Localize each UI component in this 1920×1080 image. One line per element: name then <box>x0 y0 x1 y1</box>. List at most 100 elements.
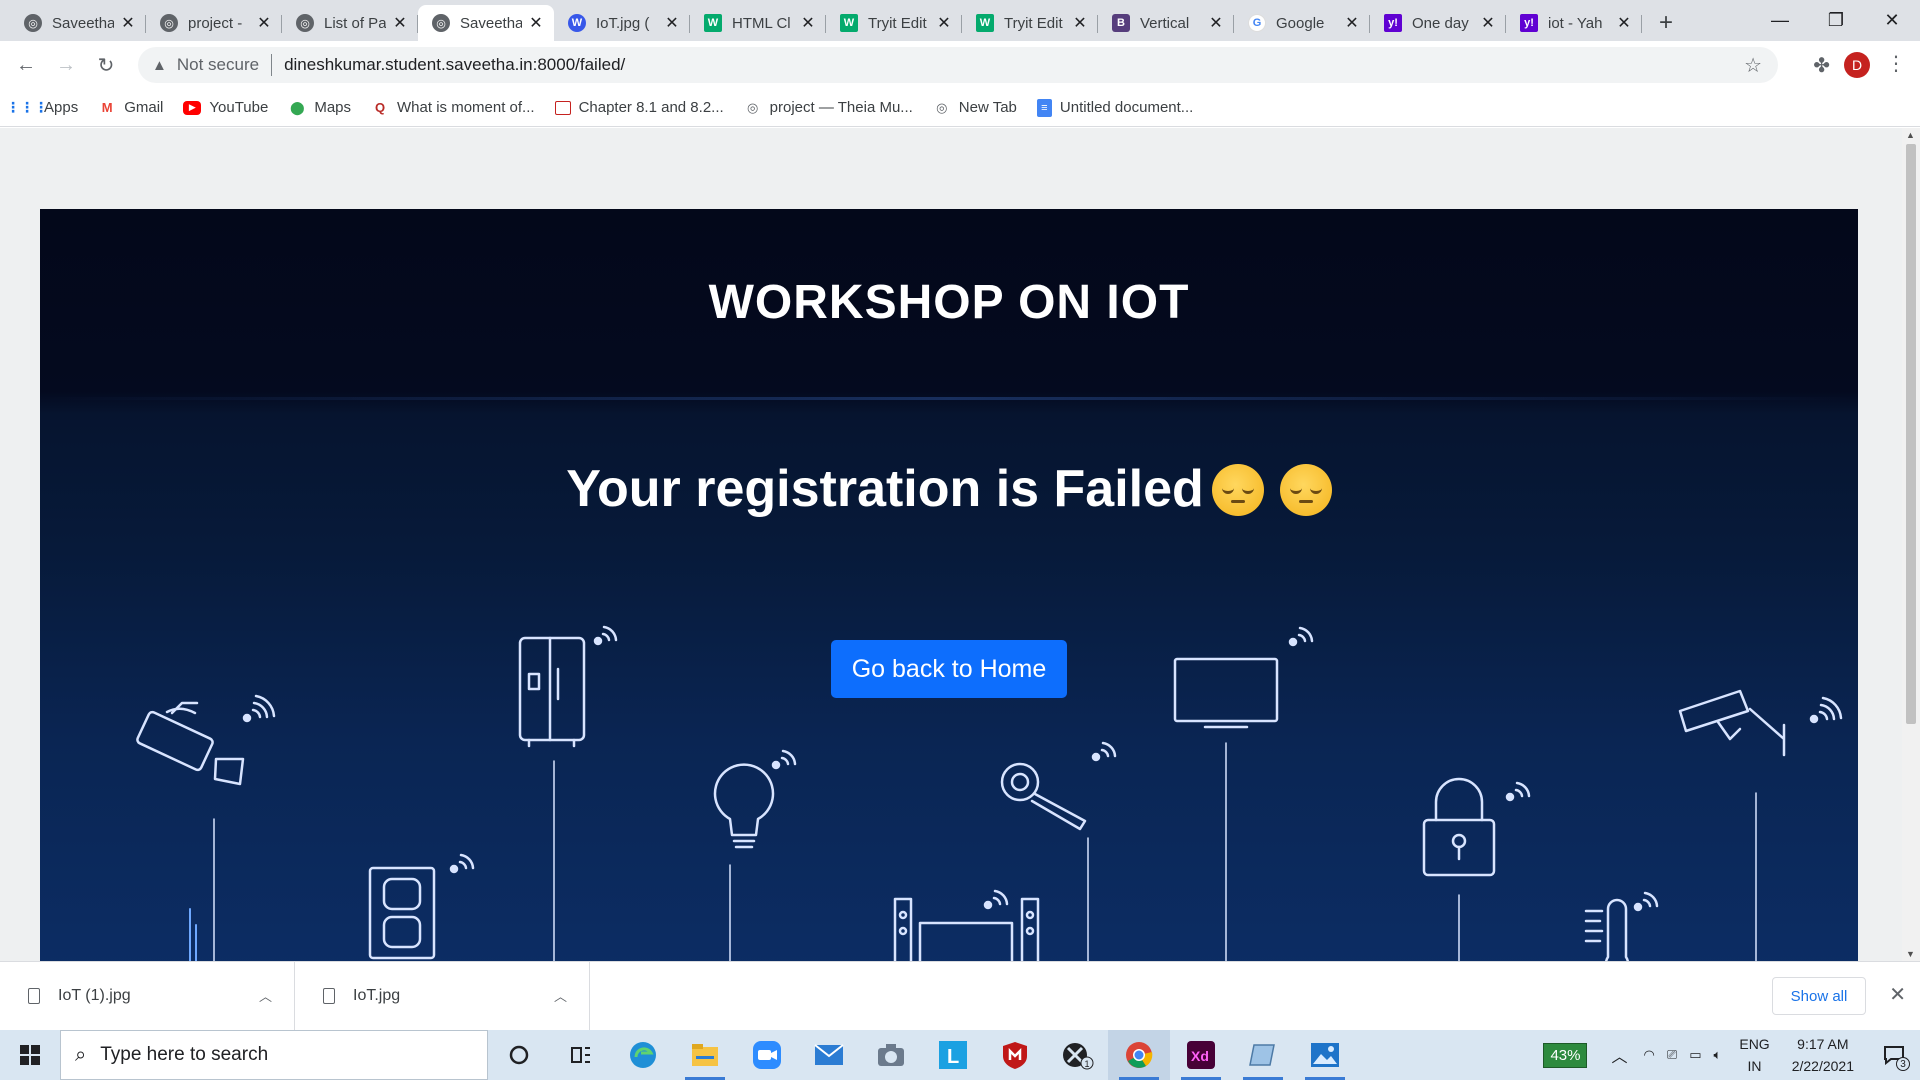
bookmark-star-icon[interactable]: ☆ <box>1744 53 1762 78</box>
camera-icon[interactable] <box>860 1030 922 1080</box>
cortana-icon[interactable] <box>488 1030 550 1080</box>
bookmark-gmail[interactable]: M Gmail <box>98 99 164 117</box>
browser-tab[interactable]: y! iot - Yah ✕ <box>1506 5 1642 41</box>
youtube-icon: ▶ <box>183 100 202 115</box>
toolbar: ← → ↻ ▲ Not secure dineshkumar.student.s… <box>0 41 1920 89</box>
close-tab-icon[interactable]: ✕ <box>1208 13 1224 33</box>
task-view-icon[interactable] <box>550 1030 612 1080</box>
extensions-puzzle-icon[interactable]: ✤ <box>1813 53 1830 78</box>
browser-tab[interactable]: W Tryit Edit ✕ <box>826 5 962 41</box>
browser-tab[interactable]: W Tryit Edit ✕ <box>962 5 1098 41</box>
notifications-icon[interactable]: 3 <box>1868 1030 1920 1080</box>
bookmark-newtab[interactable]: ◎ New Tab <box>933 99 1017 117</box>
close-tab-icon[interactable]: ✕ <box>664 13 680 33</box>
photos-icon[interactable] <box>1294 1030 1356 1080</box>
close-window-icon[interactable]: ✕ <box>1864 0 1920 41</box>
zoom-icon[interactable] <box>736 1030 798 1080</box>
browser-tab[interactable]: ◎ project - ✕ <box>146 5 282 41</box>
browser-tab[interactable]: G Google ✕ <box>1234 5 1370 41</box>
bookmark-docs[interactable]: ≡ Untitled document... <box>1036 98 1193 117</box>
download-item[interactable]: IoT.jpg ︿ <box>295 961 590 1031</box>
tab-title: Vertical <box>1140 14 1190 32</box>
window-controls: — ❐ ✕ <box>1752 0 1920 41</box>
close-tab-icon[interactable]: ✕ <box>120 13 136 33</box>
mail-icon[interactable] <box>798 1030 860 1080</box>
reload-icon[interactable]: ↻ <box>86 45 126 85</box>
bookmark-maps[interactable]: ⬤ Maps <box>288 99 351 117</box>
restore-icon[interactable]: ❐ <box>1808 0 1864 41</box>
browser-tab[interactable]: W IoT.jpg (✕ <box>554 5 690 41</box>
warning-triangle-icon[interactable]: ▲ <box>152 57 167 74</box>
globe-icon: ◎ <box>432 14 450 32</box>
close-tab-icon[interactable]: ✕ <box>936 13 952 33</box>
notepad-icon[interactable] <box>1232 1030 1294 1080</box>
bookmark-youtube[interactable]: ▶ YouTube <box>183 99 268 116</box>
page-scrollbar[interactable]: ▲ ▼ <box>1902 128 1920 961</box>
close-tab-icon[interactable]: ✕ <box>1344 13 1360 33</box>
language-indicator[interactable]: ENG IN <box>1739 1033 1769 1077</box>
chrome-icon[interactable] <box>1108 1030 1170 1080</box>
new-tab-button[interactable]: + <box>1646 5 1686 41</box>
globe-icon: ◎ <box>747 99 759 115</box>
address-bar[interactable]: ▲ Not secure dineshkumar.student.saveeth… <box>138 47 1778 83</box>
language-code: ENG <box>1739 1036 1770 1052</box>
scroll-down-icon[interactable]: ▼ <box>1906 949 1915 959</box>
browser-tab-active[interactable]: ◎ Saveetha ✕ <box>418 5 554 41</box>
chevron-up-icon[interactable]: ︿ <box>554 986 567 1005</box>
forward-arrow-icon[interactable]: → <box>46 45 86 85</box>
bookmark-quora[interactable]: Q What is moment of... <box>371 99 535 117</box>
close-tab-icon[interactable]: ✕ <box>392 13 408 33</box>
browser-tab[interactable]: B Vertical ✕ <box>1098 5 1234 41</box>
close-tab-icon[interactable]: ✕ <box>1480 13 1496 33</box>
chevron-up-icon[interactable]: ︿ <box>1611 1043 1627 1067</box>
download-item[interactable]: IoT (1).jpg ︿ <box>0 961 295 1031</box>
close-tab-icon[interactable]: ✕ <box>256 13 272 33</box>
wifi-icon <box>242 694 276 723</box>
adobe-xd-icon[interactable]: Xd <box>1170 1030 1232 1080</box>
close-tab-icon[interactable]: ✕ <box>1616 13 1632 33</box>
meet-now-icon[interactable]: ⎚ <box>1667 1047 1677 1063</box>
mcafee-shield-icon[interactable] <box>984 1030 1046 1080</box>
minimize-icon[interactable]: — <box>1752 0 1808 41</box>
go-back-home-button[interactable]: Go back to Home <box>831 640 1067 698</box>
show-all-downloads-button[interactable]: Show all <box>1772 977 1866 1015</box>
close-shelf-icon[interactable]: ✕ <box>1889 982 1906 1007</box>
home-theater-icon <box>893 897 1040 961</box>
browser-tab[interactable]: ◎ List of Pa ✕ <box>282 5 418 41</box>
browser-tab[interactable]: ◎ Saveetha ✕ <box>10 5 146 41</box>
xbox-badge: 1 <box>1085 1059 1090 1069</box>
bookmark-slides[interactable]: Chapter 8.1 and 8.2... <box>554 99 724 116</box>
bookmark-apps[interactable]: ⋮⋮⋮ Apps <box>6 99 78 117</box>
chevron-up-icon[interactable]: ︿ <box>259 986 272 1005</box>
taskbar: ⌕ Type here to search L 1 Xd 43% ︿ ◠ ⎚ ▭ … <box>0 1030 1920 1080</box>
battery-icon[interactable]: ▭ <box>1689 1047 1701 1063</box>
bookmark-theia[interactable]: ◎ project — Theia Mu... <box>744 99 913 117</box>
kebab-menu-icon[interactable]: ⋮ <box>1886 51 1906 76</box>
pensive-face-icon <box>1279 464 1332 516</box>
battery-indicator[interactable]: 43% <box>1543 1042 1588 1068</box>
xbox-icon[interactable]: 1 <box>1046 1030 1108 1080</box>
close-tab-icon[interactable]: ✕ <box>800 13 816 33</box>
wifi-icon[interactable]: ◠ <box>1644 1047 1655 1063</box>
television-icon <box>1173 657 1279 729</box>
download-filename: IoT.jpg <box>353 987 401 1004</box>
windows-start-icon[interactable] <box>0 1030 60 1080</box>
edge-browser-icon[interactable] <box>612 1030 674 1080</box>
url-text[interactable]: dineshkumar.student.saveetha.in:8000/fai… <box>284 55 625 75</box>
browser-tab[interactable]: W HTML Cl ✕ <box>690 5 826 41</box>
close-tab-icon[interactable]: ✕ <box>1072 13 1088 33</box>
profile-avatar[interactable]: D <box>1844 52 1870 78</box>
scrollbar-thumb[interactable] <box>1906 144 1916 724</box>
l-app-icon[interactable]: L <box>922 1030 984 1080</box>
clock[interactable]: 9:17 AM 2/22/2021 <box>1792 1033 1854 1077</box>
taskbar-search-box[interactable]: ⌕ Type here to search <box>60 1030 488 1080</box>
volume-icon[interactable]: 🔈︎ <box>1714 1047 1722 1063</box>
file-explorer-icon[interactable] <box>674 1030 736 1080</box>
security-label[interactable]: Not secure <box>177 55 259 75</box>
cctv-camera-icon <box>136 701 245 786</box>
close-tab-icon[interactable]: ✕ <box>528 13 544 33</box>
browser-tab[interactable]: y! One day ✕ <box>1370 5 1506 41</box>
search-icon: ⌕ <box>75 1043 87 1066</box>
scroll-up-icon[interactable]: ▲ <box>1906 130 1915 140</box>
back-arrow-icon[interactable]: ← <box>6 45 46 85</box>
